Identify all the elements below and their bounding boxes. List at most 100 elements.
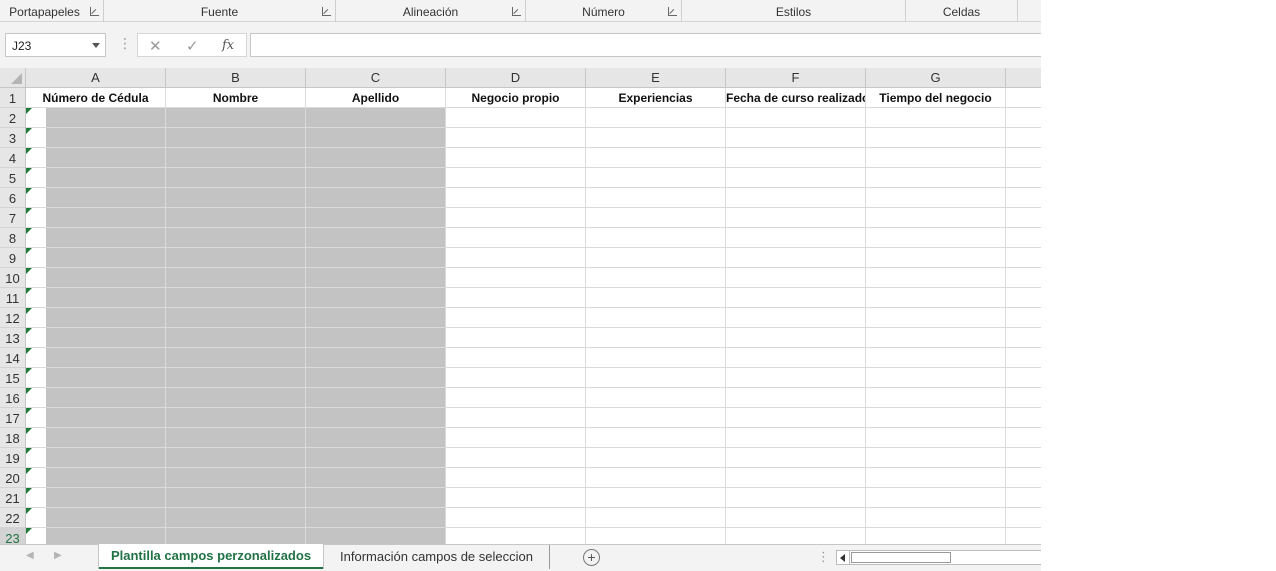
chevron-down-icon[interactable] [92, 43, 100, 48]
column-header[interactable]: F [726, 68, 866, 88]
ribbon-group-clipboard: Portapapeles [0, 0, 104, 22]
gridline [26, 207, 1041, 208]
gridline [26, 187, 1041, 188]
header-cell[interactable]: Fecha de curso realizado [726, 88, 865, 108]
error-indicator-icon [26, 248, 32, 254]
row-header[interactable]: 6 [0, 188, 25, 208]
error-indicator-icon [26, 468, 32, 474]
error-indicator-icon [26, 148, 32, 154]
row-header[interactable]: 1 [0, 88, 25, 108]
row-header[interactable]: 14 [0, 348, 25, 368]
row-header[interactable]: 23 [0, 528, 25, 544]
gridline [1005, 88, 1006, 544]
row-header[interactable]: 4 [0, 148, 25, 168]
row-header[interactable]: 7 [0, 208, 25, 228]
row-header[interactable]: 10 [0, 268, 25, 288]
column-header[interactable]: A [26, 68, 166, 88]
row-header[interactable]: 15 [0, 368, 25, 388]
dialog-launcher-icon[interactable] [512, 7, 521, 16]
gridline [26, 367, 1041, 368]
row-header[interactable]: 8 [0, 228, 25, 248]
vertical-dots-icon[interactable]: ⋮ [817, 549, 830, 565]
error-indicator-icon [26, 488, 32, 494]
sheet-tab[interactable]: Información campos de seleccion [324, 545, 550, 569]
column-header[interactable]: C [306, 68, 446, 88]
error-indicator-icon [26, 408, 32, 414]
column-header[interactable]: D [446, 68, 586, 88]
error-indicator-icon [26, 368, 32, 374]
row-header[interactable]: 22 [0, 508, 25, 528]
error-indicator-icon [26, 448, 32, 454]
row-header[interactable]: 2 [0, 108, 25, 128]
name-box[interactable]: J23 [5, 33, 106, 57]
spreadsheet-grid[interactable]: ABCDEFG 1 2 3 4 5 6 7 8 9 10 11 12 13 14 15 16 17 18 19 20 2… [0, 68, 1041, 544]
row-header[interactable]: 17 [0, 408, 25, 428]
sheet-tab-active[interactable]: Plantilla campos perzonalizados [99, 544, 323, 569]
header-cell[interactable]: Nombre [166, 88, 305, 108]
row-header[interactable]: 12 [0, 308, 25, 328]
gridline [26, 307, 1041, 308]
header-cell[interactable]: Número de Cédula [26, 88, 165, 108]
dialog-launcher-icon[interactable] [668, 7, 677, 16]
row-header[interactable]: 21 [0, 488, 25, 508]
gridline [26, 447, 1041, 448]
gridline [725, 88, 726, 544]
error-indicator-icon [26, 508, 32, 514]
row-header[interactable]: 19 [0, 448, 25, 468]
tab-scroll-right-icon[interactable]: ▶ [54, 550, 62, 561]
vertical-dots-icon[interactable]: ⋮ [118, 36, 132, 50]
gridline [865, 88, 866, 544]
ribbon-group-alignment: Alineación [336, 0, 526, 22]
row-header[interactable]: 9 [0, 248, 25, 268]
row-header[interactable]: 3 [0, 128, 25, 148]
row-header[interactable]: 5 [0, 168, 25, 188]
scroll-left-icon[interactable] [837, 551, 850, 564]
error-indicator-icon [26, 528, 32, 534]
gridline [26, 467, 1041, 468]
header-cell[interactable]: Tiempo del negocio [866, 88, 1005, 108]
formula-bar: J23 ⋮ ✕ ✓ fx [0, 22, 1041, 68]
row-header[interactable]: 11 [0, 288, 25, 308]
error-indicator-icon [26, 128, 32, 134]
ribbon-group-label: Fuente [200, 5, 239, 19]
insert-function-icon[interactable]: fx [222, 38, 234, 53]
column-header[interactable]: G [866, 68, 1006, 88]
ribbon-group-styles: Estilos [682, 0, 906, 22]
row-header[interactable]: 16 [0, 388, 25, 408]
name-box-value: J23 [12, 39, 32, 53]
column-header[interactable]: E [586, 68, 726, 88]
ribbon-group-label: Número [582, 5, 625, 19]
gridline [26, 227, 1041, 228]
gridline [26, 147, 1041, 148]
ribbon-group-number: Número [526, 0, 682, 22]
gridline [26, 407, 1041, 408]
row-header[interactable]: 13 [0, 328, 25, 348]
column-header[interactable] [1006, 68, 1041, 88]
gridline [26, 527, 1041, 528]
cancel-icon[interactable]: ✕ [149, 37, 162, 55]
gridline [26, 347, 1041, 348]
gridline [26, 387, 1041, 388]
ribbon-group-cells: Celdas [906, 0, 1018, 22]
header-cell[interactable]: Experiencias [586, 88, 725, 108]
error-indicator-icon [26, 228, 32, 234]
check-icon[interactable]: ✓ [186, 37, 199, 55]
gridline [305, 88, 306, 544]
horizontal-scrollbar[interactable] [836, 550, 1041, 565]
dialog-launcher-icon[interactable] [322, 7, 331, 16]
gridline [26, 247, 1041, 248]
dialog-launcher-icon[interactable] [90, 7, 99, 16]
tab-scroll-left-icon[interactable]: ◀ [26, 550, 34, 561]
column-headers: ABCDEFG [26, 68, 1041, 88]
ribbon-group-label: Celdas [942, 5, 981, 19]
select-all-button[interactable] [0, 68, 26, 88]
scrollbar-thumb[interactable] [851, 552, 951, 563]
row-header[interactable]: 20 [0, 468, 25, 488]
formula-input[interactable] [250, 33, 1041, 57]
header-cell[interactable]: Negocio propio [446, 88, 585, 108]
row-header[interactable]: 18 [0, 428, 25, 448]
column-header[interactable]: B [166, 68, 306, 88]
header-cell[interactable]: Apellido [306, 88, 445, 108]
gridline [26, 507, 1041, 508]
add-sheet-icon[interactable]: + [583, 549, 600, 566]
